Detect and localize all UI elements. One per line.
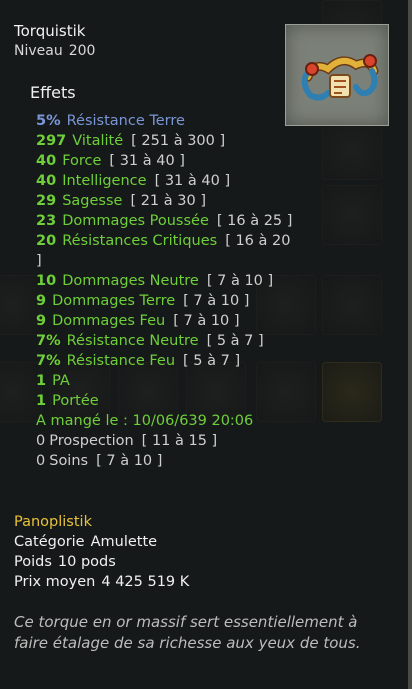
effect-line: 1 Portée bbox=[36, 391, 296, 411]
effect-label: PA bbox=[52, 373, 70, 389]
effect-label: Dommages Terre bbox=[52, 293, 176, 309]
effect-value: 5% bbox=[36, 113, 61, 129]
effect-value: 1 bbox=[36, 393, 47, 409]
effect-value: 10 bbox=[36, 273, 57, 289]
effect-range: [ 21 à 30 ] bbox=[130, 193, 206, 209]
price-value: 4 425 519 K bbox=[101, 574, 190, 590]
price-row: Prix moyen 4 425 519 K bbox=[14, 572, 189, 592]
item-level: Niveau 200 bbox=[14, 43, 95, 59]
effect-value: 20 bbox=[36, 233, 57, 249]
effect-label: Intelligence bbox=[62, 173, 147, 189]
effect-line: 0 Prospection [ 11 à 15 ] bbox=[36, 431, 296, 451]
effect-label: Vitalité bbox=[72, 133, 124, 149]
category-label: Catégorie bbox=[14, 534, 85, 550]
category-value: Amulette bbox=[90, 534, 158, 550]
item-name: Torquistik bbox=[14, 22, 86, 40]
effect-value: 1 bbox=[36, 373, 47, 389]
effect-range: [ 5 à 7 ] bbox=[206, 333, 264, 349]
effect-value: 40 bbox=[36, 153, 57, 169]
effect-line: 1 PA bbox=[36, 371, 296, 391]
effect-value: 7% bbox=[36, 333, 61, 349]
effect-range: [ 5 à 7 ] bbox=[183, 353, 241, 369]
effect-line: 9 Dommages Terre [ 7 à 10 ] bbox=[36, 291, 296, 311]
effect-label: Résistance Feu bbox=[66, 353, 176, 369]
item-image bbox=[285, 24, 389, 126]
effect-label: Résistances Critiques bbox=[62, 233, 218, 249]
effect-line: 20 Résistances Critiques[ 16 à 20 ] bbox=[36, 231, 296, 271]
effect-line: 0 Soins [ 7 à 10 ] bbox=[36, 451, 296, 471]
effect-line: 9 Dommages Feu [ 7 à 10 ] bbox=[36, 311, 296, 331]
effect-value: 297 bbox=[36, 133, 67, 149]
effect-value: 23 bbox=[36, 213, 57, 229]
effect-label: Prospection bbox=[49, 433, 134, 449]
effect-label: Soins bbox=[49, 453, 89, 469]
item-description: Ce torque en or massif sert essentiellem… bbox=[14, 613, 361, 652]
weight-label: Poids bbox=[14, 554, 52, 570]
effect-range: [ 251 à 300 ] bbox=[131, 133, 226, 149]
effects-list: 5% Résistance Terre 297 Vitalité [ 251 à 300… bbox=[36, 111, 296, 471]
effect-line: 10 Dommages Neutre [ 7 à 10 ] bbox=[36, 271, 296, 291]
effect-range: [ 7 à 10 ] bbox=[173, 313, 240, 329]
effect-label: Sagesse bbox=[62, 193, 123, 209]
effect-value: 9 bbox=[36, 313, 47, 329]
price-label: Prix moyen bbox=[14, 574, 96, 590]
effect-label: Résistance Terre bbox=[66, 113, 185, 129]
effect-label: Force bbox=[62, 153, 102, 169]
effect-line: A mangé le : 10/06/639 20:06 bbox=[36, 411, 296, 431]
effect-value: 0 bbox=[36, 433, 46, 449]
effect-line: 40 Intelligence [ 31 à 40 ] bbox=[36, 171, 296, 191]
effect-line: 40 Force [ 31 à 40 ] bbox=[36, 151, 296, 171]
set-name: Panoplistik bbox=[14, 514, 92, 530]
item-meta: Panoplistik Catégorie Amulette Poids 10 po… bbox=[14, 512, 189, 592]
effect-value: 9 bbox=[36, 293, 47, 309]
effect-line: 23 Dommages Poussée [ 16 à 25 ] bbox=[36, 211, 296, 231]
effect-line: 297 Vitalité [ 251 à 300 ] bbox=[36, 131, 296, 151]
effect-range: [ 31 à 40 ] bbox=[154, 173, 231, 189]
effect-range: [ 7 à 10 ] bbox=[206, 273, 274, 289]
effect-label: A mangé le : 10/06/639 20:06 bbox=[36, 413, 254, 429]
effect-range: [ 31 à 40 ] bbox=[109, 153, 185, 169]
effect-range: [ 11 à 15 ] bbox=[141, 433, 218, 449]
item-tooltip: Torquistik Niveau 200 Effets 5% Résistance… bbox=[0, 0, 412, 689]
weight-value: 10 pods bbox=[57, 554, 116, 570]
effect-value: 29 bbox=[36, 193, 57, 209]
effect-line: 7% Résistance Neutre [ 5 à 7 ] bbox=[36, 331, 296, 351]
effect-range: [ 7 à 10 ] bbox=[96, 453, 163, 469]
effect-label: Dommages Neutre bbox=[62, 273, 199, 289]
level-value: 200 bbox=[68, 43, 96, 59]
torque-amulet-icon bbox=[301, 54, 379, 101]
effect-value: 0 bbox=[36, 453, 46, 469]
effect-range: [ 7 à 10 ] bbox=[183, 293, 250, 309]
effect-label: Résistance Neutre bbox=[66, 333, 199, 349]
level-label: Niveau bbox=[14, 43, 63, 59]
category-row: Catégorie Amulette bbox=[14, 532, 189, 552]
effect-label: Portée bbox=[52, 393, 99, 409]
effects-heading: Effets bbox=[30, 83, 76, 102]
effect-line: 29 Sagesse [ 21 à 30 ] bbox=[36, 191, 296, 211]
effect-line: 5% Résistance Terre bbox=[36, 111, 296, 131]
weight-row: Poids 10 pods bbox=[14, 552, 189, 572]
effect-label: Dommages Poussée bbox=[62, 213, 209, 229]
effect-range: [ 16 à 25 ] bbox=[216, 213, 293, 229]
effect-line: 7% Résistance Feu [ 5 à 7 ] bbox=[36, 351, 296, 371]
effect-label: Dommages Feu bbox=[52, 313, 166, 329]
effect-value: 7% bbox=[36, 353, 61, 369]
effect-value: 40 bbox=[36, 173, 57, 189]
